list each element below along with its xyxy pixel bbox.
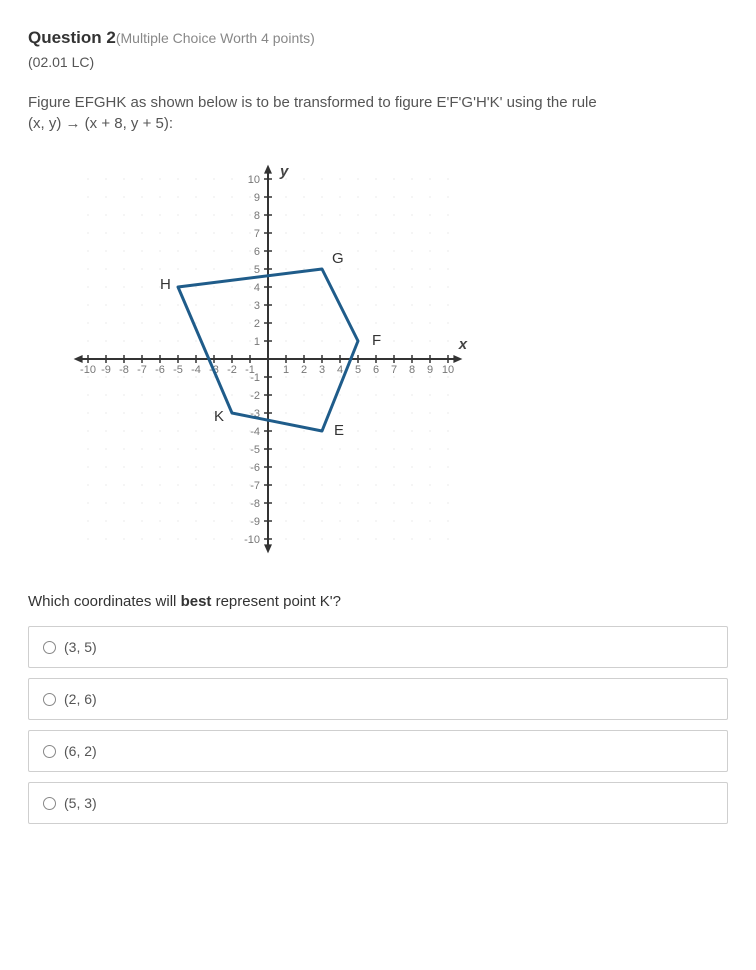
svg-text:-1: -1 bbox=[250, 372, 260, 384]
question-meta: (Multiple Choice Worth 4 points) bbox=[116, 30, 315, 46]
svg-text:2: 2 bbox=[254, 318, 260, 330]
svg-text:10: 10 bbox=[442, 364, 454, 376]
question-title: Question 2 bbox=[28, 28, 116, 47]
choice-option[interactable]: (6, 2) bbox=[28, 730, 728, 772]
svg-text:9: 9 bbox=[427, 364, 433, 376]
svg-text:F: F bbox=[372, 332, 381, 349]
svg-text:-4: -4 bbox=[191, 364, 201, 376]
svg-text:E: E bbox=[334, 422, 344, 439]
choice-label: (3, 5) bbox=[64, 639, 97, 655]
prompt-after: represent point K'? bbox=[211, 593, 341, 610]
svg-text:-7: -7 bbox=[137, 364, 147, 376]
choice-option[interactable]: (3, 5) bbox=[28, 626, 728, 668]
choice-option[interactable]: (2, 6) bbox=[28, 678, 728, 720]
choice-option[interactable]: (5, 3) bbox=[28, 782, 728, 824]
svg-text:-9: -9 bbox=[250, 516, 260, 528]
svg-text:5: 5 bbox=[254, 264, 260, 276]
svg-text:x: x bbox=[458, 336, 468, 353]
svg-text:2: 2 bbox=[301, 364, 307, 376]
svg-text:3: 3 bbox=[319, 364, 325, 376]
svg-text:7: 7 bbox=[391, 364, 397, 376]
svg-text:-2: -2 bbox=[227, 364, 237, 376]
svg-text:4: 4 bbox=[254, 282, 260, 294]
svg-text:7: 7 bbox=[254, 228, 260, 240]
svg-text:-5: -5 bbox=[173, 364, 183, 376]
radio-icon bbox=[43, 797, 56, 810]
svg-text:-4: -4 bbox=[250, 426, 260, 438]
svg-text:-8: -8 bbox=[119, 364, 129, 376]
radio-icon bbox=[43, 693, 56, 706]
svg-text:1: 1 bbox=[283, 364, 289, 376]
svg-text:6: 6 bbox=[373, 364, 379, 376]
svg-text:H: H bbox=[160, 276, 171, 293]
svg-text:-2: -2 bbox=[250, 390, 260, 402]
question-body-line1: Figure EFGHK as shown below is to be tra… bbox=[28, 94, 597, 111]
question-header: Question 2(Multiple Choice Worth 4 point… bbox=[28, 28, 728, 48]
svg-text:-5: -5 bbox=[250, 444, 260, 456]
svg-text:8: 8 bbox=[254, 210, 260, 222]
question-body: Figure EFGHK as shown below is to be tra… bbox=[28, 92, 728, 134]
svg-text:-7: -7 bbox=[250, 480, 260, 492]
coordinate-graph: -10-9-8-7-6-5-4-3-2-112345678910-10-9-8-… bbox=[58, 154, 728, 569]
svg-text:-6: -6 bbox=[250, 462, 260, 474]
choice-label: (6, 2) bbox=[64, 743, 97, 759]
choice-label: (5, 3) bbox=[64, 795, 97, 811]
question-prompt: Which coordinates will best represent po… bbox=[28, 593, 728, 610]
radio-icon bbox=[43, 641, 56, 654]
svg-text:1: 1 bbox=[254, 336, 260, 348]
svg-text:-10: -10 bbox=[244, 534, 260, 546]
svg-text:6: 6 bbox=[254, 246, 260, 258]
svg-text:8: 8 bbox=[409, 364, 415, 376]
question-code: (02.01 LC) bbox=[28, 54, 728, 70]
svg-text:9: 9 bbox=[254, 192, 260, 204]
svg-text:-10: -10 bbox=[80, 364, 96, 376]
question-body-line2: (x, y) → (x + 8, y + 5): bbox=[28, 115, 173, 132]
svg-text:K: K bbox=[214, 408, 224, 425]
choice-label: (2, 6) bbox=[64, 691, 97, 707]
svg-text:4: 4 bbox=[337, 364, 343, 376]
svg-text:3: 3 bbox=[254, 300, 260, 312]
svg-text:-9: -9 bbox=[101, 364, 111, 376]
svg-text:5: 5 bbox=[355, 364, 361, 376]
svg-text:-8: -8 bbox=[250, 498, 260, 510]
prompt-before: Which coordinates will bbox=[28, 593, 181, 610]
svg-text:-6: -6 bbox=[155, 364, 165, 376]
prompt-bold: best bbox=[181, 593, 212, 610]
svg-text:G: G bbox=[332, 250, 344, 267]
svg-text:10: 10 bbox=[248, 174, 260, 186]
svg-text:y: y bbox=[279, 163, 289, 180]
radio-icon bbox=[43, 745, 56, 758]
